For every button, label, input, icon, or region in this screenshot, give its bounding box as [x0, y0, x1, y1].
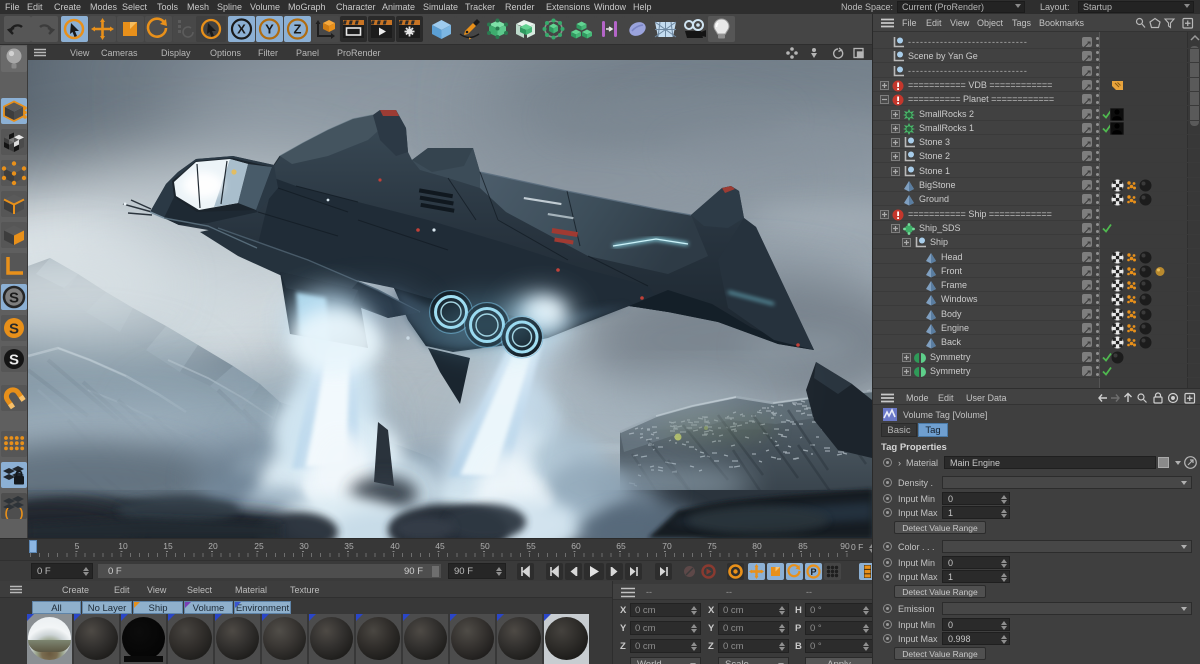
svg-text:Y: Y — [265, 22, 274, 37]
svg-text:S: S — [9, 321, 19, 338]
svg-text:( ): ( ) — [3, 507, 25, 519]
svg-text:X: X — [237, 22, 246, 37]
svg-text:P: P — [810, 567, 816, 577]
svg-text:S: S — [9, 290, 19, 307]
svg-text:S: S — [9, 352, 19, 369]
svg-text:Z: Z — [294, 22, 302, 37]
